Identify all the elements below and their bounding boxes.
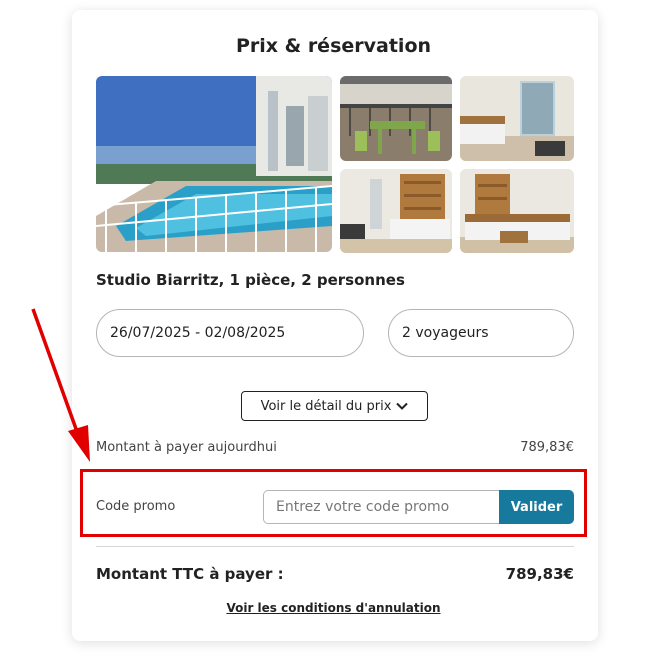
- listing-title: Studio Biarritz, 1 pièce, 2 personnes: [96, 271, 405, 289]
- sofa-room-photo[interactable]: [460, 169, 574, 253]
- amount-today-label: Montant à payer aujourdhui: [96, 440, 277, 455]
- living-room-photo[interactable]: [340, 169, 452, 253]
- balcony-photo[interactable]: [340, 76, 452, 161]
- amount-today-value: 789,83€: [520, 440, 574, 455]
- price-detail-button[interactable]: Voir le détail du prix: [241, 391, 428, 421]
- date-range-value: 26/07/2025 - 02/08/2025: [110, 325, 286, 341]
- date-range-field[interactable]: 26/07/2025 - 02/08/2025: [96, 309, 364, 357]
- bedroom-photo[interactable]: [460, 76, 574, 161]
- total-label: Montant TTC à payer :: [96, 565, 284, 583]
- promo-highlight-box: [80, 469, 587, 537]
- card-title: Prix & réservation: [235, 35, 432, 57]
- divider: [96, 546, 574, 547]
- cancellation-conditions-link[interactable]: Voir les conditions d'annulation: [0, 601, 667, 615]
- chevron-down-icon: [396, 402, 409, 410]
- total-value: 789,83€: [505, 565, 574, 583]
- price-detail-label: Voir le détail du prix: [260, 398, 392, 414]
- pool-exterior-photo[interactable]: [96, 76, 332, 252]
- travelers-value: 2 voyageurs: [402, 325, 489, 341]
- travelers-field[interactable]: 2 voyageurs: [388, 309, 574, 357]
